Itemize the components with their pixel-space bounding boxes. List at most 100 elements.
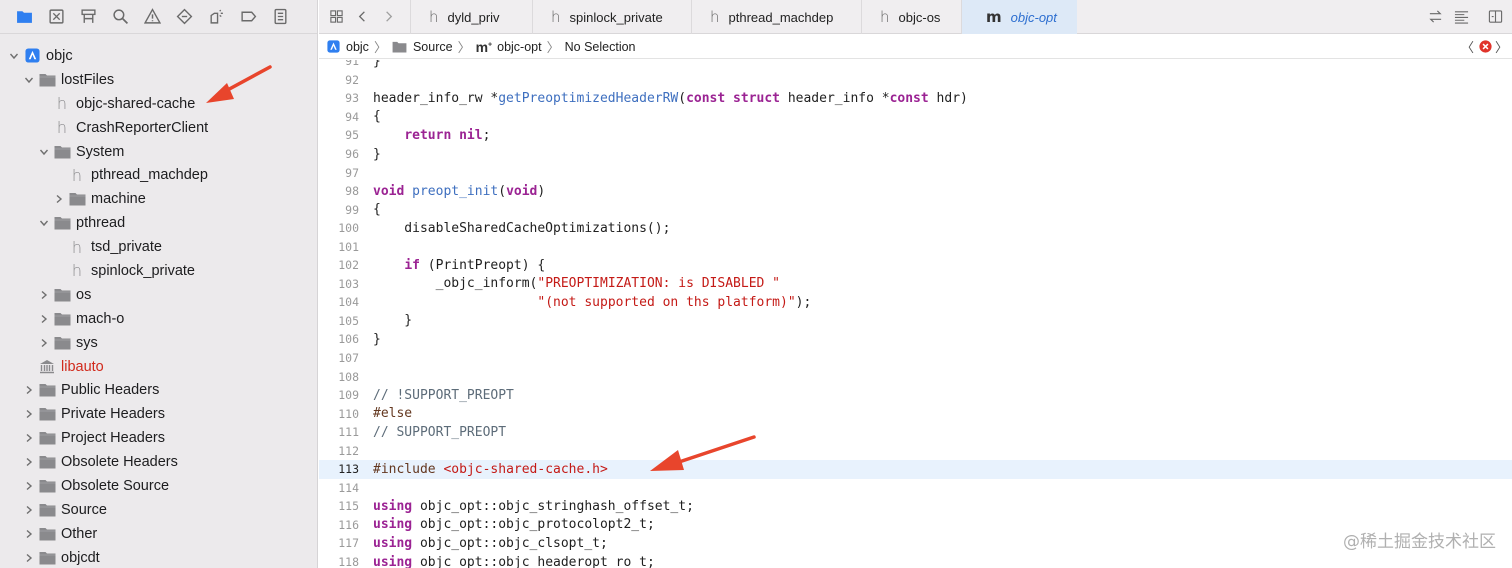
tree-item[interactable]: Source bbox=[0, 498, 317, 522]
code-line[interactable]: 101 bbox=[319, 237, 1512, 256]
code-line[interactable]: 116 using objc_opt::objc_protocolopt2_t; bbox=[319, 516, 1512, 535]
code-line[interactable]: 92 bbox=[319, 71, 1512, 90]
symbol-navigator-button[interactable] bbox=[72, 2, 104, 32]
split-editor-button[interactable] bbox=[1482, 0, 1508, 34]
code-line[interactable]: 93 header_info_rw *getPreoptimizedHeaderR… bbox=[319, 89, 1512, 108]
code-line[interactable]: 94 { bbox=[319, 108, 1512, 127]
chevron-down-icon[interactable] bbox=[38, 146, 50, 158]
tree-item[interactable]: objc bbox=[0, 44, 317, 68]
tree-item[interactable]: h objc-shared-cache bbox=[0, 92, 317, 116]
chevron-left-icon[interactable]: 〈 bbox=[1461, 37, 1474, 56]
code-line[interactable]: 97 bbox=[319, 163, 1512, 182]
chevron-right-icon[interactable] bbox=[53, 193, 65, 205]
chevron-right-icon[interactable] bbox=[23, 456, 35, 468]
code-line[interactable]: 113 #include <objc-shared-cache.h> bbox=[319, 460, 1512, 479]
chevron-right-icon[interactable] bbox=[23, 408, 35, 420]
chevron-right-icon[interactable] bbox=[23, 504, 35, 516]
code-line[interactable]: 105 } bbox=[319, 312, 1512, 331]
code-line[interactable]: 104 "(not supported on ths platform)"); bbox=[319, 293, 1512, 312]
chevron-right-icon[interactable] bbox=[23, 432, 35, 444]
issue-navigator-button[interactable] bbox=[136, 2, 168, 32]
tree-item[interactable]: mach-o bbox=[0, 307, 317, 331]
chevron-right-icon[interactable] bbox=[23, 552, 35, 564]
tree-item[interactable]: System bbox=[0, 140, 317, 164]
tree-item[interactable]: Public Headers bbox=[0, 378, 317, 402]
tab-objc-os[interactable]: h objc-os bbox=[861, 0, 961, 34]
jump-bar-file[interactable]: m+ objc-opt bbox=[476, 39, 542, 55]
chevron-right-icon[interactable] bbox=[38, 289, 50, 301]
code-line[interactable]: 111 // SUPPORT_PREOPT bbox=[319, 423, 1512, 442]
chevron-down-icon[interactable] bbox=[8, 50, 20, 62]
chevron-right-icon[interactable] bbox=[23, 528, 35, 540]
code-line[interactable]: 102 if (PrintPreopt) { bbox=[319, 256, 1512, 275]
tab-spinlock_private[interactable]: h spinlock_private bbox=[532, 0, 691, 34]
editor-options-button[interactable] bbox=[1448, 0, 1474, 34]
tree-item[interactable]: machine bbox=[0, 187, 317, 211]
code-line[interactable]: 112 bbox=[319, 441, 1512, 460]
chevron-right-icon[interactable] bbox=[23, 480, 35, 492]
tree-item[interactable]: pthread bbox=[0, 211, 317, 235]
code-line[interactable]: 109 // !SUPPORT_PREOPT bbox=[319, 386, 1512, 405]
test-navigator-button[interactable] bbox=[168, 2, 200, 32]
code-line[interactable]: 115 using objc_opt::objc_stringhash_offse… bbox=[319, 497, 1512, 516]
code-text: } bbox=[373, 313, 412, 328]
code-line[interactable]: 99 { bbox=[319, 200, 1512, 219]
code-line[interactable]: 95 return nil; bbox=[319, 126, 1512, 145]
code-line[interactable]: 106} bbox=[319, 330, 1512, 349]
code-line[interactable]: 114 bbox=[319, 479, 1512, 498]
source-control-navigator-button[interactable] bbox=[40, 2, 72, 32]
code-line[interactable]: 108 bbox=[319, 367, 1512, 386]
breakpoint-navigator-button[interactable] bbox=[232, 2, 264, 32]
code-line[interactable]: 107 bbox=[319, 349, 1512, 368]
tree-item[interactable]: lostFiles bbox=[0, 68, 317, 92]
back-button[interactable] bbox=[349, 0, 375, 34]
code-line[interactable]: 100 disableSharedCacheOptimizations(); bbox=[319, 219, 1512, 238]
code-line[interactable]: 98 void preopt_init(void) bbox=[319, 182, 1512, 201]
tree-item[interactable]: h spinlock_private bbox=[0, 259, 317, 283]
code-line[interactable]: 118 using objc_opt::objc_headeropt_ro_t; bbox=[319, 553, 1512, 568]
error-icon[interactable] bbox=[1479, 40, 1492, 53]
swap-button[interactable] bbox=[1422, 0, 1448, 34]
chevron-down-icon[interactable] bbox=[38, 217, 50, 229]
project-icon bbox=[327, 40, 340, 53]
tab-pthread_machdep[interactable]: h pthread_machdep bbox=[691, 0, 861, 34]
tree-item[interactable]: Obsolete Headers bbox=[0, 450, 317, 474]
source-editor[interactable]: 91} 92 93 header_info_rw *getPreoptimizedHe… bbox=[319, 60, 1512, 568]
tree-item[interactable]: os bbox=[0, 283, 317, 307]
tree-item[interactable]: h pthread_machdep bbox=[0, 163, 317, 187]
code-line[interactable]: 96} bbox=[319, 145, 1512, 164]
find-navigator-button[interactable] bbox=[104, 2, 136, 32]
chevron-right-icon[interactable] bbox=[38, 337, 50, 349]
code-line[interactable]: 117 using objc_opt::objc_clsopt_t; bbox=[319, 534, 1512, 553]
tab-dyld_priv[interactable]: h dyld_priv bbox=[410, 0, 532, 34]
project-navigator-button[interactable] bbox=[8, 2, 40, 32]
tree-item[interactable]: h CrashReporterClient bbox=[0, 116, 317, 140]
chevron-right-icon[interactable] bbox=[23, 384, 35, 396]
tree-item[interactable]: Other bbox=[0, 522, 317, 546]
code-line[interactable]: 103 _objc_inform("PREOPTIMIZATION: is DI… bbox=[319, 275, 1512, 294]
tree-item-label: Private Headers bbox=[61, 406, 165, 423]
tree-item[interactable]: libauto bbox=[0, 355, 317, 379]
tree-item[interactable]: h tsd_private bbox=[0, 235, 317, 259]
chevron-right-icon[interactable]: 〉 bbox=[1495, 37, 1508, 56]
jump-bar-selection[interactable]: No Selection bbox=[565, 40, 636, 54]
forward-button[interactable] bbox=[375, 0, 401, 34]
report-navigator-button[interactable] bbox=[264, 2, 296, 32]
code-line[interactable]: 110 #else bbox=[319, 404, 1512, 423]
tree-item[interactable]: Obsolete Source bbox=[0, 474, 317, 498]
related-items-button[interactable] bbox=[323, 0, 349, 34]
jump-bar-folder[interactable]: Source bbox=[392, 40, 453, 54]
tree-item[interactable]: objcdt bbox=[0, 546, 317, 568]
jump-bar-project[interactable]: objc bbox=[327, 40, 369, 54]
tree-item[interactable]: sys bbox=[0, 331, 317, 355]
chevron-down-icon[interactable] bbox=[23, 74, 35, 86]
tab-objc-opt[interactable]: m objc-opt bbox=[961, 0, 1077, 34]
tree-item[interactable]: Private Headers bbox=[0, 402, 317, 426]
debug-navigator-button[interactable] bbox=[200, 2, 232, 32]
line-number: 105 bbox=[338, 313, 359, 328]
chevron-right-icon[interactable] bbox=[38, 313, 50, 325]
code-token: (PrintPreopt) { bbox=[419, 257, 546, 273]
tree-item[interactable]: Project Headers bbox=[0, 426, 317, 450]
code-line[interactable]: 91} bbox=[319, 60, 1512, 71]
tree-item-label: machine bbox=[91, 191, 146, 208]
